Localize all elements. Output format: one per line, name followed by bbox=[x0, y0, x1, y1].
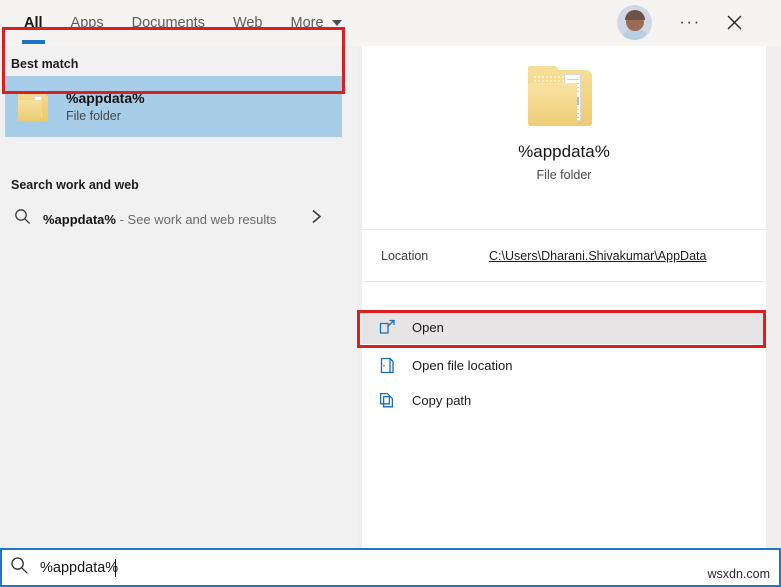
tab-more[interactable]: More bbox=[277, 0, 356, 46]
close-icon[interactable] bbox=[716, 4, 752, 40]
result-item-best-match[interactable]: %appdata% File folder bbox=[5, 76, 342, 137]
tab-more-label: More bbox=[291, 15, 324, 31]
web-search-query: %appdata% bbox=[43, 212, 116, 227]
copy-icon bbox=[376, 392, 398, 409]
result-item-texts: %appdata% File folder bbox=[66, 90, 145, 123]
preview-title: %appdata% bbox=[518, 142, 610, 162]
search-icon bbox=[14, 208, 31, 230]
chevron-right-icon[interactable] bbox=[311, 209, 322, 230]
web-search-suffix: - See work and web results bbox=[116, 212, 276, 227]
tab-documents-label: Documents bbox=[132, 15, 205, 31]
results-panel: Best match %appdata% File folder Search … bbox=[0, 46, 357, 548]
folder-icon bbox=[18, 92, 52, 122]
taskbar-search-bar: %appdata% wsxdn.com bbox=[0, 548, 781, 587]
location-label: Location bbox=[381, 249, 428, 263]
action-open-file-location[interactable]: Open file location bbox=[362, 348, 766, 382]
action-copy-path-label: Copy path bbox=[412, 393, 471, 408]
tab-apps[interactable]: Apps bbox=[57, 0, 118, 46]
open-folder-icon bbox=[376, 357, 398, 374]
result-item-web-search[interactable]: %appdata% - See work and web results bbox=[5, 200, 342, 238]
result-item-title: %appdata% bbox=[66, 90, 145, 106]
tab-web[interactable]: Web bbox=[219, 0, 277, 46]
tab-apps-label: Apps bbox=[71, 15, 104, 31]
divider bbox=[362, 281, 766, 282]
search-input[interactable]: %appdata% bbox=[40, 560, 118, 576]
tab-all[interactable]: All bbox=[10, 0, 57, 46]
chevron-down-icon bbox=[332, 20, 342, 26]
search-work-web-heading: Search work and web bbox=[11, 178, 139, 192]
tab-web-label: Web bbox=[233, 15, 263, 31]
folder-icon bbox=[528, 66, 600, 128]
best-match-heading: Best match bbox=[11, 57, 78, 71]
action-copy-path[interactable]: Copy path bbox=[362, 383, 766, 417]
search-icon bbox=[10, 556, 29, 580]
search-tab-bar: All Apps Documents Web More ··· bbox=[0, 0, 781, 46]
location-row: Location C:\Users\Dharani.Shivakumar\App… bbox=[362, 230, 766, 281]
tab-list: All Apps Documents Web More bbox=[10, 0, 356, 46]
open-external-icon bbox=[376, 319, 398, 335]
action-open-file-location-label: Open file location bbox=[412, 358, 512, 373]
action-open-label: Open bbox=[412, 320, 444, 335]
location-link[interactable]: C:\Users\Dharani.Shivakumar\AppData bbox=[489, 249, 706, 263]
watermark: wsxdn.com bbox=[707, 567, 770, 581]
tab-documents[interactable]: Documents bbox=[118, 0, 219, 46]
search-flyout-window: All Apps Documents Web More ··· bbox=[0, 0, 781, 587]
preview-panel: %appdata% File folder Location C:\Users\… bbox=[362, 46, 766, 548]
action-open[interactable]: Open bbox=[362, 310, 766, 344]
text-caret bbox=[115, 559, 116, 577]
preview-subtitle: File folder bbox=[537, 168, 592, 182]
avatar-hair bbox=[625, 10, 645, 20]
more-options-icon[interactable]: ··· bbox=[672, 4, 708, 40]
tab-active-underline bbox=[22, 40, 45, 44]
avatar[interactable] bbox=[617, 5, 652, 40]
preview-header: %appdata% File folder bbox=[362, 46, 766, 224]
web-search-label: %appdata% - See work and web results bbox=[43, 212, 276, 227]
tab-all-label: All bbox=[24, 15, 43, 31]
result-item-subtitle: File folder bbox=[66, 109, 145, 123]
